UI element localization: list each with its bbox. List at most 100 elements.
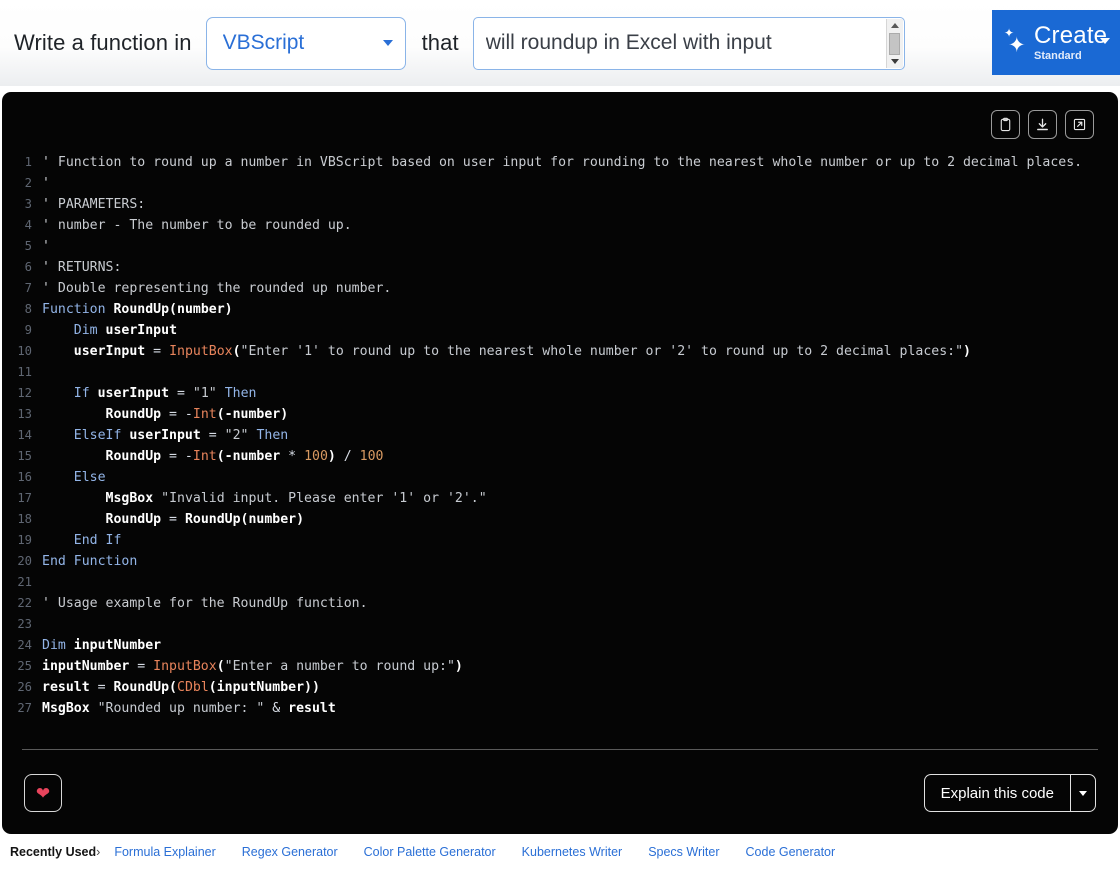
code-token-kw: Then: [256, 428, 289, 443]
code-token-kw: If: [73, 386, 90, 401]
code-token-id: ): [963, 344, 971, 359]
code-line: 19 End If: [2, 530, 1118, 551]
explain-dropdown-button[interactable]: [1070, 774, 1096, 812]
code-line: 4 ' number - The number to be rounded up.: [2, 215, 1118, 236]
code-token-id: userInput: [73, 344, 146, 359]
code-token-cmt: ': [42, 239, 50, 254]
code-result-panel: 1 ' Function to round up a number in VBSc…: [2, 92, 1118, 834]
code-line-content: End If: [42, 530, 122, 551]
copy-code-button[interactable]: [991, 110, 1020, 139]
footer-link-code-generator[interactable]: Code Generator: [746, 845, 836, 859]
code-token-kw: End Function: [42, 554, 138, 569]
code-token-id: MsgBox: [105, 491, 154, 506]
prompt-header: Write a function in VBScript that ✦ ✦ Cr…: [0, 0, 1120, 86]
code-token-fn: Int: [192, 407, 217, 422]
code-token-id: (-number): [216, 407, 289, 422]
code-line: 26 result = RoundUp(CDbl(inputNumber)): [2, 677, 1118, 698]
code-token-op: [90, 701, 98, 716]
footer-link-color-palette-generator[interactable]: Color Palette Generator: [364, 845, 496, 859]
code-token-op: [42, 428, 74, 443]
code-block[interactable]: 1 ' Function to round up a number in VBSc…: [2, 148, 1118, 834]
create-button[interactable]: ✦ ✦ Create Standard: [992, 10, 1120, 75]
chevron-down-icon: [1079, 790, 1087, 796]
code-token-id: userInput: [97, 386, 170, 401]
line-number: 2: [24, 176, 32, 190]
create-dropdown-chevron-icon[interactable]: [1100, 38, 1110, 44]
line-number: 18: [17, 512, 32, 526]
scroll-up-icon[interactable]: [886, 18, 903, 32]
code-token-op: = -: [161, 407, 193, 422]
explain-this-code-button[interactable]: Explain this code: [923, 774, 1070, 812]
code-token-id: inputNumber: [73, 638, 162, 653]
code-line: 13 RoundUp = -Int(-number): [2, 404, 1118, 425]
code-token-str: "2": [224, 428, 249, 443]
code-token-kw: Dim: [42, 638, 66, 653]
chevron-right-icon: ›: [96, 845, 101, 859]
scroll-down-icon[interactable]: [886, 54, 903, 68]
code-line: 17 MsgBox "Invalid input. Please enter '…: [2, 488, 1118, 509]
code-line: 23: [2, 614, 1118, 635]
code-line: 9 Dim userInput: [2, 320, 1118, 341]
code-token-str: "Invalid input. Please enter '1' or '2'.…: [161, 491, 487, 506]
code-token-id: ): [454, 659, 463, 674]
code-line: 11: [2, 362, 1118, 383]
code-token-id: (: [216, 659, 225, 674]
footer-link-specs-writer[interactable]: Specs Writer: [648, 845, 719, 859]
line-number: 11: [17, 365, 32, 379]
line-number: 9: [24, 323, 32, 337]
line-number: 19: [17, 533, 32, 547]
download-code-button[interactable]: [1028, 110, 1057, 139]
line-number: 24: [17, 638, 32, 652]
code-token-id: (-number: [216, 449, 289, 464]
footer-link-kubernetes-writer[interactable]: Kubernetes Writer: [522, 845, 623, 859]
external-link-icon: [1073, 118, 1086, 131]
code-line: 8 Function RoundUp(number): [2, 299, 1118, 320]
code-token-op: [42, 491, 106, 506]
code-line-content: RoundUp = -Int(-number): [42, 404, 289, 425]
recently-used-label[interactable]: Recently Used›: [10, 845, 100, 859]
code-line: 3 ' PARAMETERS:: [2, 194, 1118, 215]
code-line: 24 Dim inputNumber: [2, 635, 1118, 656]
line-number: 21: [17, 575, 32, 589]
code-line-content: ' Usage example for the RoundUp function…: [42, 593, 368, 614]
code-token-str: "1": [192, 386, 217, 401]
code-line-content: ' RETURNS:: [42, 257, 121, 278]
code-token-op: [42, 323, 74, 338]
footer-link-formula-explainer[interactable]: Formula Explainer: [114, 845, 215, 859]
code-token-op: [66, 638, 74, 653]
code-line: 2 ': [2, 173, 1118, 194]
line-number: 13: [17, 407, 32, 421]
create-button-label: Create: [1034, 21, 1108, 49]
code-token-kw: Dim: [73, 323, 98, 338]
sparkles-icon: ✦ ✦: [1004, 25, 1026, 57]
description-input[interactable]: [473, 31, 904, 55]
code-token-fn: Int: [192, 449, 217, 464]
code-token-id: result: [288, 701, 336, 716]
code-token-op: [217, 386, 225, 401]
code-token-id: RoundUp: [105, 407, 162, 422]
line-number: 4: [24, 218, 32, 232]
description-scrollbar[interactable]: [885, 18, 903, 68]
code-token-fn: CDbl: [177, 680, 209, 695]
code-line-content: ' number - The number to be rounded up.: [42, 215, 352, 236]
code-token-id: ): [327, 449, 336, 464]
code-token-cmt: ' number - The number to be rounded up.: [42, 218, 352, 233]
description-input-wrapper[interactable]: [472, 16, 905, 70]
code-token-op: [42, 449, 106, 464]
code-token-op: =: [145, 344, 170, 359]
scrollbar-thumb[interactable]: [889, 32, 901, 55]
open-in-new-button[interactable]: [1065, 110, 1094, 139]
code-token-kw: ElseIf: [73, 428, 122, 443]
heart-icon: ❤: [35, 783, 51, 803]
line-number: 15: [17, 449, 32, 463]
code-line: 25 inputNumber = InputBox("Enter a number…: [2, 656, 1118, 677]
footer-link-regex-generator[interactable]: Regex Generator: [242, 845, 338, 859]
code-token-id: result: [42, 680, 90, 695]
code-token-op: [153, 491, 161, 506]
language-select[interactable]: VBScript: [205, 16, 406, 70]
code-line-content: MsgBox "Rounded up number: " & result: [42, 698, 336, 719]
code-token-cmt: ': [42, 176, 50, 191]
favorite-button[interactable]: ❤: [24, 774, 62, 812]
prompt-prefix-label: Write a function in: [14, 30, 192, 55]
code-line: 5 ': [2, 236, 1118, 257]
